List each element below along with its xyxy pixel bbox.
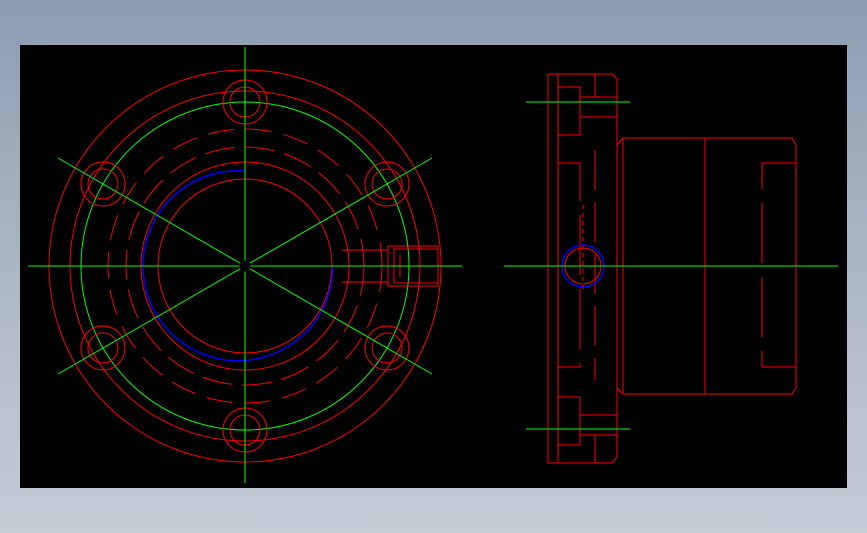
side-centerlines [504, 101, 838, 430]
side-view [504, 73, 838, 464]
front-view [28, 47, 462, 483]
upper-bolt-section [558, 74, 617, 136]
lower-bolt-section [558, 396, 617, 463]
center-point [239, 260, 251, 272]
cad-viewport[interactable] [20, 45, 847, 488]
cad-drawing [28, 47, 838, 483]
flange-hidden-lines [558, 150, 596, 380]
body-hidden-bore [761, 162, 796, 368]
